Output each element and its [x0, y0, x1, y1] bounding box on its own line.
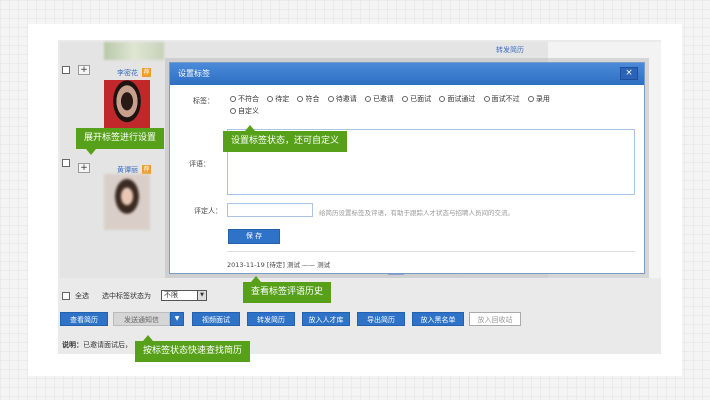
tag-radio-option[interactable]: 待定: [267, 94, 289, 104]
radio-icon: [230, 108, 236, 114]
tag-status-select[interactable]: 不限 ▼: [161, 290, 207, 301]
candidate-name[interactable]: 李密花: [117, 68, 138, 78]
radio-icon: [327, 96, 334, 102]
divider: [227, 251, 635, 252]
comment-label: 评语：: [189, 160, 210, 168]
select-all-label: 全选: [75, 292, 89, 300]
tag-radio-group: 不符合 待定 符合 待邀请 已邀请 已面试 面试通过 面试不过 录用: [230, 94, 556, 104]
forward-resume-button[interactable]: 转发简历: [247, 312, 295, 326]
dialog-title: 设置标签: [178, 69, 210, 78]
tag-radio-option[interactable]: 符合: [297, 94, 319, 104]
radio-icon: [483, 96, 490, 102]
recycle-bin-button[interactable]: 放入回收站: [469, 312, 521, 326]
radio-icon: [364, 96, 371, 102]
blacklist-button[interactable]: 放入黑名单: [412, 312, 464, 326]
expand-tags-button[interactable]: +: [78, 163, 90, 173]
rater-input[interactable]: [227, 203, 313, 217]
callout-set-status: 设置标签状态，还可自定义: [223, 125, 348, 152]
dialog-header: 设置标签 ×: [170, 63, 644, 85]
rater-label: 评定人：: [194, 207, 222, 215]
candidate-checkbox[interactable]: [62, 66, 70, 74]
recommend-badge: 荐: [142, 165, 151, 174]
tag-status-value: 不限: [164, 291, 178, 299]
send-notice-button[interactable]: 发送通知信: [113, 312, 170, 326]
callout-expand-tags: 展开标签进行设置: [76, 128, 165, 155]
close-icon[interactable]: ×: [620, 67, 638, 80]
radio-icon: [439, 96, 446, 102]
expand-tags-button[interactable]: +: [78, 65, 90, 75]
radio-icon: [230, 96, 236, 102]
tag-radio-option[interactable]: 待邀请: [327, 94, 357, 104]
chevron-down-icon: ▼: [174, 315, 180, 322]
candidate-photo-partial: [104, 42, 164, 60]
radio-icon: [267, 96, 274, 102]
radio-icon: [297, 96, 304, 102]
filter-label: 选中标签状态为: [102, 292, 151, 300]
add-to-talent-pool-button[interactable]: 放入人才库: [302, 312, 350, 326]
candidate-photo: [104, 174, 150, 230]
set-tag-dialog: 设置标签 × 标签： 不符合 待定 符合 待邀请 已邀请 已面试 面试通过 面试…: [169, 62, 645, 274]
video-interview-button[interactable]: 视频面试: [192, 312, 240, 326]
tag-radio-option[interactable]: 已邀请: [364, 94, 394, 104]
hint-text: 给简历设置标签及评语，有助于跟踪人才状态与招聘人员间的交流。: [319, 209, 514, 217]
save-button[interactable]: 保 存: [228, 229, 280, 244]
tag-history-entry: 2013-11-19 [待定] 测试 —— 测试: [227, 261, 331, 269]
custom-tag-option[interactable]: 自定义: [230, 106, 259, 116]
tag-label: 标签：: [193, 97, 214, 105]
chevron-down-icon: ▼: [197, 291, 206, 300]
callout-view-history: 查看标签评语历史: [243, 276, 332, 303]
forward-resume-link[interactable]: 转发简历: [496, 45, 524, 55]
tag-radio-option[interactable]: 已面试: [402, 94, 431, 104]
select-all-checkbox[interactable]: [62, 292, 70, 300]
view-resume-button[interactable]: 查看简历: [60, 312, 108, 326]
candidate-checkbox[interactable]: [62, 159, 70, 167]
radio-icon: [527, 96, 534, 102]
callout-quick-search: 按标签状态快速查找简历: [135, 335, 251, 362]
tag-radio-option[interactable]: 面试通过: [439, 94, 475, 104]
export-resume-button[interactable]: 导出简历: [357, 312, 405, 326]
recommend-badge: 荐: [142, 68, 151, 77]
tag-radio-option[interactable]: 录用: [527, 94, 550, 104]
radio-icon: [402, 96, 409, 102]
tag-radio-option[interactable]: 不符合: [230, 94, 259, 104]
send-notice-dropdown[interactable]: ▼: [170, 312, 184, 326]
note-text: 说明：已邀请面试后，: [62, 341, 132, 349]
tag-radio-option[interactable]: 面试不过: [483, 94, 520, 104]
